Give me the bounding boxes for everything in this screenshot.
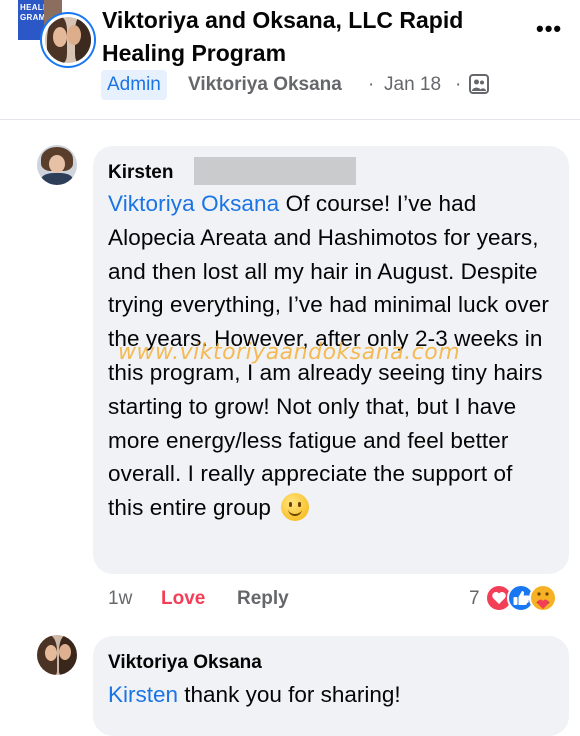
reaction-count[interactable]: 7 (469, 586, 480, 612)
header-divider (0, 119, 580, 120)
group-avatar[interactable]: HEALING GRAM (18, 0, 94, 66)
post-author-name[interactable]: Viktoriya Oksana (188, 71, 342, 99)
comment-timestamp[interactable]: 1w (108, 586, 132, 612)
reaction-icons[interactable] (484, 583, 574, 613)
care-icon (529, 584, 557, 612)
love-reaction-button[interactable]: Love (161, 586, 205, 612)
reply-button[interactable]: Reply (237, 586, 289, 612)
comment-text: Viktoriya Oksana Of course! I’ve had Alo… (108, 187, 552, 525)
commenter-name[interactable]: Viktoriya Oksana (108, 650, 262, 676)
author-avatar[interactable] (42, 14, 94, 66)
comment-body: Of course! I’ve had Alopecia Areata and … (108, 191, 549, 521)
members-icon (469, 74, 489, 94)
group-thumb-text-2: GRAM (20, 13, 46, 22)
more-options-button[interactable]: ••• (536, 18, 562, 40)
post-header: HEALING GRAM Viktoriya and Oksana, LLC R… (0, 0, 580, 118)
mention-link[interactable]: Kirsten (108, 682, 178, 707)
commenter-avatar[interactable] (37, 635, 77, 675)
commenter-name[interactable]: Kirsten (108, 160, 173, 186)
smile-emoji-icon (281, 493, 310, 522)
redacted-surname (194, 157, 356, 185)
group-title[interactable]: Viktoriya and Oksana, LLC Rapid Healing … (102, 4, 522, 70)
comment-body: thank you for sharing! (178, 682, 401, 707)
post-date[interactable]: Jan 18 (384, 71, 441, 99)
comment-text: Kirsten thank you for sharing! (108, 678, 401, 711)
meta-separator: · (368, 74, 375, 95)
meta-separator: · (455, 74, 462, 95)
admin-badge: Admin (101, 70, 167, 100)
mention-link[interactable]: Viktoriya Oksana (108, 191, 279, 216)
commenter-avatar[interactable] (37, 145, 77, 185)
